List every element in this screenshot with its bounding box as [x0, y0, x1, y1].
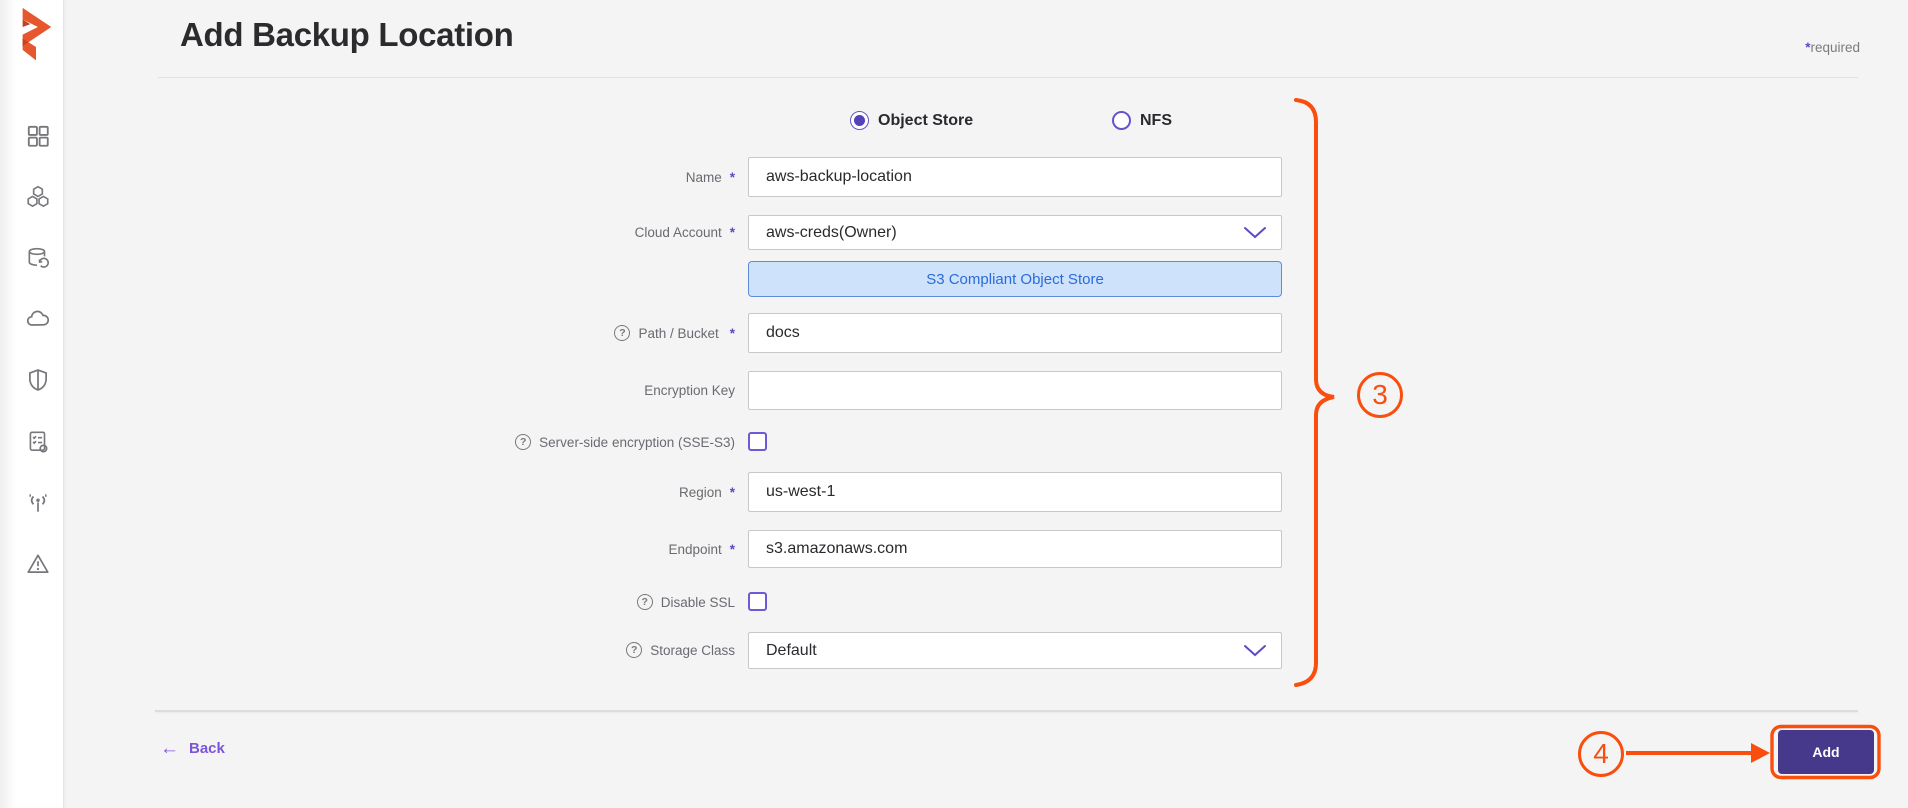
- help-icon[interactable]: ?: [614, 325, 630, 341]
- disable-ssl-label: ? Disable SSL: [380, 593, 735, 611]
- security-shield-icon[interactable]: [25, 367, 51, 393]
- chevron-down-icon: [1243, 226, 1267, 239]
- header-divider: [158, 77, 1858, 78]
- dashboard-icon[interactable]: [25, 123, 51, 149]
- step-4-badge: 4: [1578, 731, 1624, 777]
- s3-compliant-label: S3 Compliant Object Store: [926, 271, 1104, 288]
- radio-circle-selected[interactable]: [850, 111, 869, 130]
- name-input[interactable]: [748, 157, 1282, 197]
- storage-class-value: Default: [766, 642, 817, 660]
- region-input[interactable]: [748, 472, 1282, 512]
- endpoint-label: Endpoint*: [380, 540, 735, 558]
- rules-icon[interactable]: [25, 429, 51, 455]
- path-bucket-label: ? Path / Bucket*: [380, 324, 735, 342]
- back-arrow-icon: ←: [160, 741, 179, 756]
- footer-divider: [155, 710, 1858, 712]
- radio-object-store-label: Object Store: [878, 112, 973, 130]
- clusters-icon[interactable]: [25, 184, 51, 210]
- help-icon[interactable]: ?: [637, 594, 653, 610]
- sse-label: ? Server-side encryption (SSE-S3): [380, 433, 735, 451]
- name-label: Name*: [380, 168, 735, 186]
- region-label: Region*: [380, 483, 735, 501]
- back-label: Back: [189, 740, 225, 757]
- activity-antenna-icon[interactable]: [25, 490, 51, 516]
- s3-compliant-chip[interactable]: S3 Compliant Object Store: [748, 261, 1282, 297]
- help-icon[interactable]: ?: [626, 642, 642, 658]
- cloud-icon[interactable]: [25, 306, 51, 332]
- step-3-badge: 3: [1357, 372, 1403, 418]
- disable-ssl-checkbox[interactable]: [748, 592, 767, 611]
- help-icon[interactable]: ?: [515, 434, 531, 450]
- cloud-account-label: Cloud Account*: [380, 223, 735, 241]
- portworx-logo[interactable]: [15, 6, 57, 62]
- radio-nfs-label: NFS: [1140, 112, 1172, 130]
- encryption-key-input[interactable]: [748, 371, 1282, 410]
- add-backup-location-page: Add Backup Location *required Object Sto…: [0, 0, 1908, 808]
- required-note: *required: [1805, 40, 1860, 55]
- page-title: Add Backup Location: [180, 16, 514, 54]
- backups-icon[interactable]: [25, 245, 51, 271]
- sse-checkbox[interactable]: [748, 432, 767, 451]
- endpoint-input[interactable]: [748, 530, 1282, 568]
- required-text: required: [1810, 40, 1860, 55]
- radio-circle-unselected[interactable]: [1112, 111, 1131, 130]
- storage-class-select[interactable]: Default: [748, 632, 1282, 669]
- logo-ribbon: [23, 8, 52, 46]
- cloud-account-value: aws-creds(Owner): [766, 224, 897, 242]
- radio-nfs[interactable]: NFS: [1112, 111, 1172, 130]
- cloud-account-select[interactable]: aws-creds(Owner): [748, 215, 1282, 250]
- add-button[interactable]: Add: [1778, 730, 1874, 774]
- radio-object-store[interactable]: Object Store: [850, 111, 973, 130]
- storage-class-label: ? Storage Class: [380, 641, 735, 659]
- step-4-arrow-head: [1751, 743, 1770, 763]
- back-link[interactable]: ← Back: [160, 740, 225, 757]
- encryption-key-label: Encryption Key: [380, 381, 735, 399]
- step-3-brace: [1296, 100, 1334, 685]
- chevron-down-icon: [1243, 644, 1267, 657]
- alerts-warning-icon[interactable]: [25, 551, 51, 577]
- path-bucket-input[interactable]: [748, 313, 1282, 353]
- sidebar: [0, 0, 64, 808]
